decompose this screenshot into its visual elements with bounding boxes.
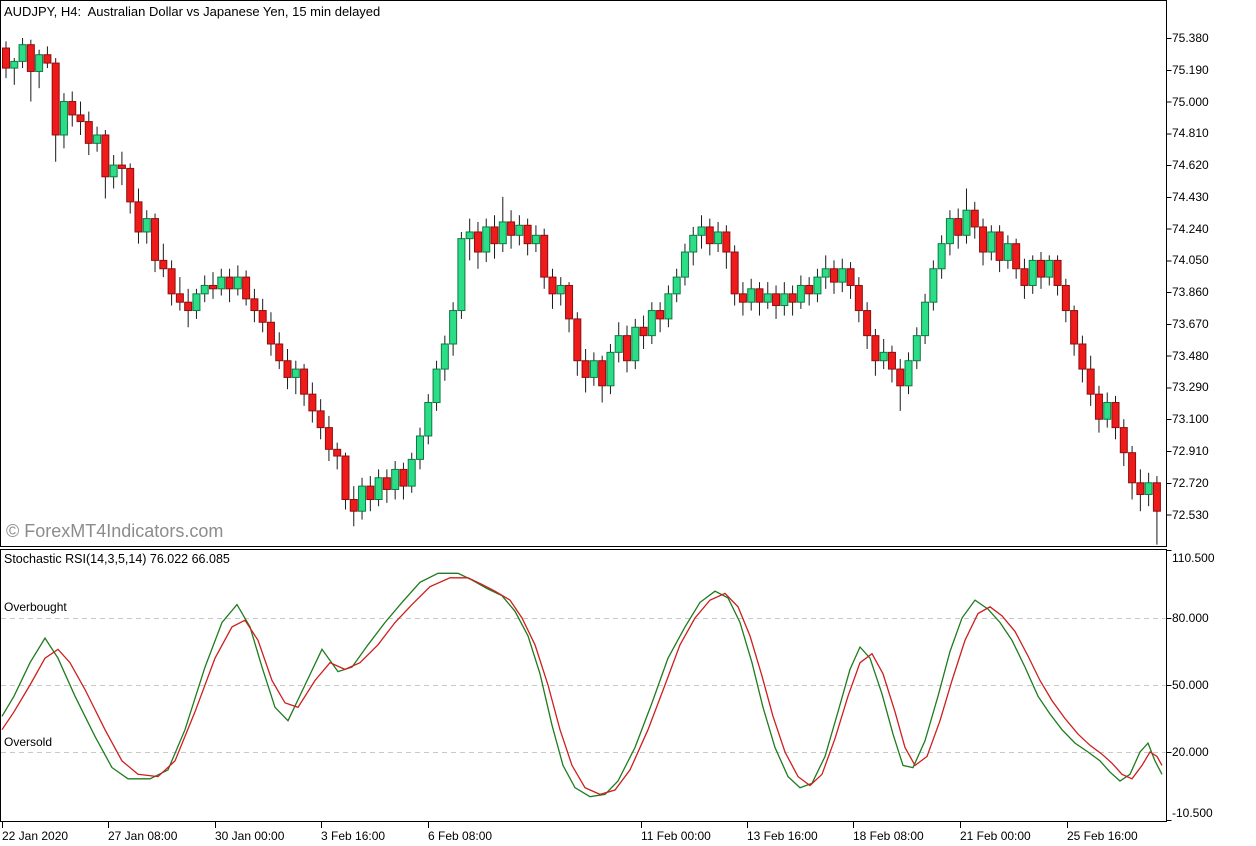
indicator-axis-label: 80.000 [1172,611,1209,625]
indicator-axis-label: 110.500 [1172,551,1215,565]
chart-title: AUDJPY, H4: Australian Dollar vs Japanes… [4,4,380,19]
indicator-axis-label: 20.000 [1172,745,1209,759]
time-axis-label: 30 Jan 00:00 [215,829,284,843]
main-chart-panel[interactable] [0,0,1166,547]
price-axis-label: 73.670 [1172,317,1209,331]
price-axis-label: 73.480 [1172,349,1209,363]
price-axis-label: 72.720 [1172,476,1209,490]
time-axis-label: 18 Feb 08:00 [853,829,924,843]
price-axis-label: 73.860 [1172,285,1209,299]
price-axis-label: 72.910 [1172,444,1209,458]
price-axis-label: 74.050 [1172,253,1209,267]
overbought-label: Overbought [4,600,67,614]
price-axis-label: 74.620 [1172,158,1209,172]
price-axis-label: 75.380 [1172,31,1209,45]
price-axis-label: 75.000 [1172,95,1209,109]
price-axis-label: 73.290 [1172,380,1209,394]
time-axis-label: 11 Feb 00:00 [641,829,711,843]
indicator-title: Stochastic RSI(14,3,5,14) 76.022 66.085 [4,552,230,566]
oversold-label: Oversold [4,735,52,749]
time-axis-label: 6 Feb 08:00 [428,829,492,843]
indicator-axis-label: -10.500 [1172,806,1213,820]
time-axis-label: 3 Feb 16:00 [321,829,385,843]
price-axis[interactable] [1166,0,1256,822]
time-axis-label: 27 Jan 08:00 [108,829,177,843]
time-axis-label: 25 Feb 16:00 [1067,829,1138,843]
price-axis-label: 72.530 [1172,508,1209,522]
indicator-panel[interactable] [0,549,1166,822]
time-axis-label: 21 Feb 00:00 [960,829,1031,843]
indicator-axis-label: 50.000 [1172,678,1209,692]
price-axis-label: 74.430 [1172,190,1209,204]
price-axis-label: 74.240 [1172,222,1209,236]
mt4-chart-window: AUDJPY, H4: Australian Dollar vs Japanes… [0,0,1256,846]
time-axis-label: 13 Feb 16:00 [747,829,818,843]
watermark: © ForexMT4Indicators.com [6,521,223,542]
price-axis-label: 73.100 [1172,412,1209,426]
price-axis-label: 74.810 [1172,126,1209,140]
time-axis-label: 22 Jan 2020 [2,829,68,843]
price-axis-label: 75.190 [1172,63,1209,77]
